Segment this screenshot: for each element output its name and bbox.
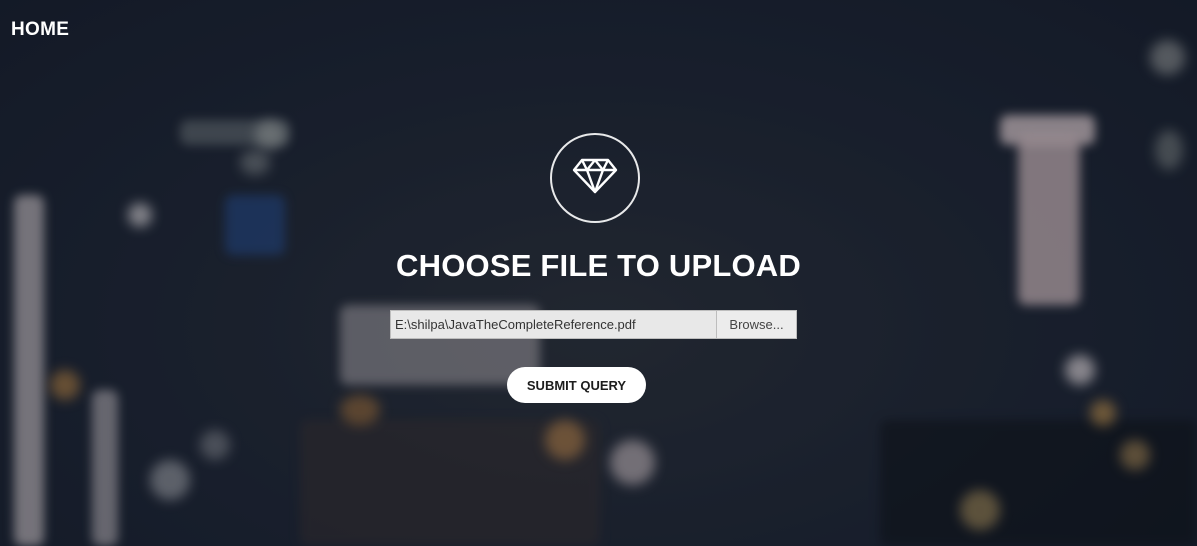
file-path-field[interactable]: E:\shilpa\JavaTheCompleteReference.pdf [391, 311, 716, 338]
page-title: CHOOSE FILE TO UPLOAD [396, 248, 801, 283]
logo-badge [550, 133, 640, 223]
nav-home-link[interactable]: HOME [11, 19, 69, 41]
browse-button[interactable]: Browse... [716, 311, 796, 338]
submit-query-button[interactable]: SUBMIT QUERY [507, 367, 646, 403]
diamond-icon [572, 157, 618, 200]
file-upload-input[interactable]: E:\shilpa\JavaTheCompleteReference.pdf B… [390, 310, 797, 339]
